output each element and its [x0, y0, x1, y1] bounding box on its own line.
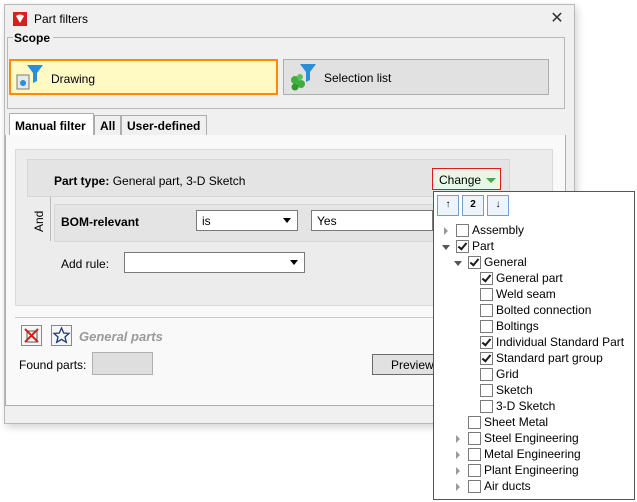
- tree-checkbox[interactable]: [468, 256, 481, 269]
- tree-item-label: General: [484, 255, 527, 269]
- tree-checkbox[interactable]: [456, 240, 469, 253]
- collapse-arrow-icon[interactable]: [456, 451, 460, 459]
- tab-manual-filter[interactable]: Manual filter: [9, 113, 94, 136]
- tab-all[interactable]: All: [94, 115, 121, 135]
- tree-checkbox[interactable]: [480, 272, 493, 285]
- collapse-arrow-icon[interactable]: [456, 467, 460, 475]
- tree-checkbox[interactable]: [468, 480, 481, 493]
- delete-icon: [24, 328, 39, 343]
- part-type-label: Part type: General part, 3-D Sketch: [54, 174, 246, 188]
- scope-drawing-button[interactable]: Drawing: [9, 59, 278, 95]
- star-icon: [52, 326, 71, 344]
- tree-item-label: Individual Standard Part: [496, 335, 625, 349]
- tree-checkbox[interactable]: [468, 448, 481, 461]
- tree-item-label: Air ducts: [484, 479, 531, 493]
- sort-ascending-button[interactable]: ↑: [437, 195, 459, 216]
- favorite-filter-button[interactable]: [51, 325, 72, 346]
- found-parts-label: Found parts:: [19, 358, 87, 372]
- close-icon: ✕: [550, 10, 564, 27]
- scope-title: Scope: [13, 31, 54, 45]
- add-rule-select[interactable]: [124, 252, 305, 273]
- window-title: Part filters: [34, 12, 89, 26]
- collapse-arrow-icon[interactable]: [456, 483, 460, 491]
- tree-item-label: Plant Engineering: [484, 463, 579, 477]
- bom-operator-select[interactable]: is: [196, 210, 298, 231]
- scope-selection-list-label: Selection list: [324, 71, 392, 85]
- scope-selection-list-button[interactable]: Selection list: [283, 59, 549, 95]
- divider: [15, 317, 470, 318]
- tree-item-label: Bolted connection: [496, 303, 592, 317]
- and-operator-label: And: [32, 210, 46, 232]
- tree-item-label: 3-D Sketch: [496, 399, 556, 413]
- level-2-button[interactable]: 2: [462, 195, 484, 216]
- tree-checkbox[interactable]: [480, 352, 493, 365]
- drawing-filter-icon: [16, 65, 43, 90]
- tree-checkbox[interactable]: [468, 416, 481, 429]
- chevron-down-icon: [486, 178, 496, 183]
- tree-checkbox[interactable]: [468, 432, 481, 445]
- expand-arrow-icon[interactable]: [442, 245, 450, 250]
- bom-relevant-label: BOM-relevant: [61, 215, 140, 229]
- tree-checkbox[interactable]: [480, 384, 493, 397]
- tree-checkbox[interactable]: [480, 304, 493, 317]
- filter-name-label: General parts: [79, 329, 163, 344]
- tree-checkbox[interactable]: [456, 224, 469, 237]
- selection-list-filter-icon: [291, 64, 316, 91]
- collapse-arrow-icon[interactable]: [444, 227, 448, 235]
- found-parts-count: [92, 352, 153, 375]
- sort-ascending-icon: ↑: [445, 199, 451, 210]
- delete-filter-button[interactable]: [21, 325, 42, 346]
- tab-user-defined[interactable]: User-defined: [121, 115, 207, 135]
- preview-button[interactable]: Preview: [372, 354, 442, 375]
- tree-item-label: Boltings: [496, 319, 539, 333]
- change-label: Change: [439, 173, 482, 187]
- tree-checkbox[interactable]: [480, 336, 493, 349]
- tree-item-label: Standard part group: [496, 351, 603, 365]
- expand-arrow-icon[interactable]: [454, 261, 462, 266]
- title-bar: Part filters ✕: [5, 5, 574, 33]
- tree-item-label: Steel Engineering: [484, 431, 579, 445]
- change-part-type-button[interactable]: Change: [432, 168, 501, 190]
- sort-descending-button[interactable]: ↓: [487, 195, 509, 216]
- scope-drawing-label: Drawing: [51, 72, 96, 86]
- tree-checkbox[interactable]: [480, 288, 493, 301]
- bom-value-select[interactable]: Yes: [311, 210, 433, 231]
- tree-checkbox[interactable]: [480, 400, 493, 413]
- sort-descending-icon: ↓: [495, 199, 501, 210]
- tree-item-label: Part: [472, 239, 495, 253]
- tree-item-label: Weld seam: [496, 287, 556, 301]
- dropdown-arrow-icon: [283, 218, 291, 223]
- level-2-icon: 2: [470, 199, 476, 210]
- tree-item-label: Grid: [496, 367, 519, 381]
- add-rule-label: Add rule:: [61, 257, 110, 271]
- part-type-value: General part, 3-D Sketch: [112, 174, 246, 188]
- dropdown-arrow-icon: [290, 260, 298, 265]
- tree-item-label: Assembly: [472, 223, 525, 237]
- tree-checkbox[interactable]: [480, 368, 493, 381]
- tree-item-label: Sketch: [496, 383, 533, 397]
- tree-checkbox[interactable]: [468, 464, 481, 477]
- close-button[interactable]: ✕: [545, 8, 569, 30]
- tree-item-label: General part: [496, 271, 563, 285]
- tree-item-label: Metal Engineering: [484, 447, 581, 461]
- tree-checkbox[interactable]: [480, 320, 493, 333]
- app-logo-icon: [13, 12, 27, 26]
- collapse-arrow-icon[interactable]: [456, 435, 460, 443]
- tree-item-label: Sheet Metal: [484, 415, 549, 429]
